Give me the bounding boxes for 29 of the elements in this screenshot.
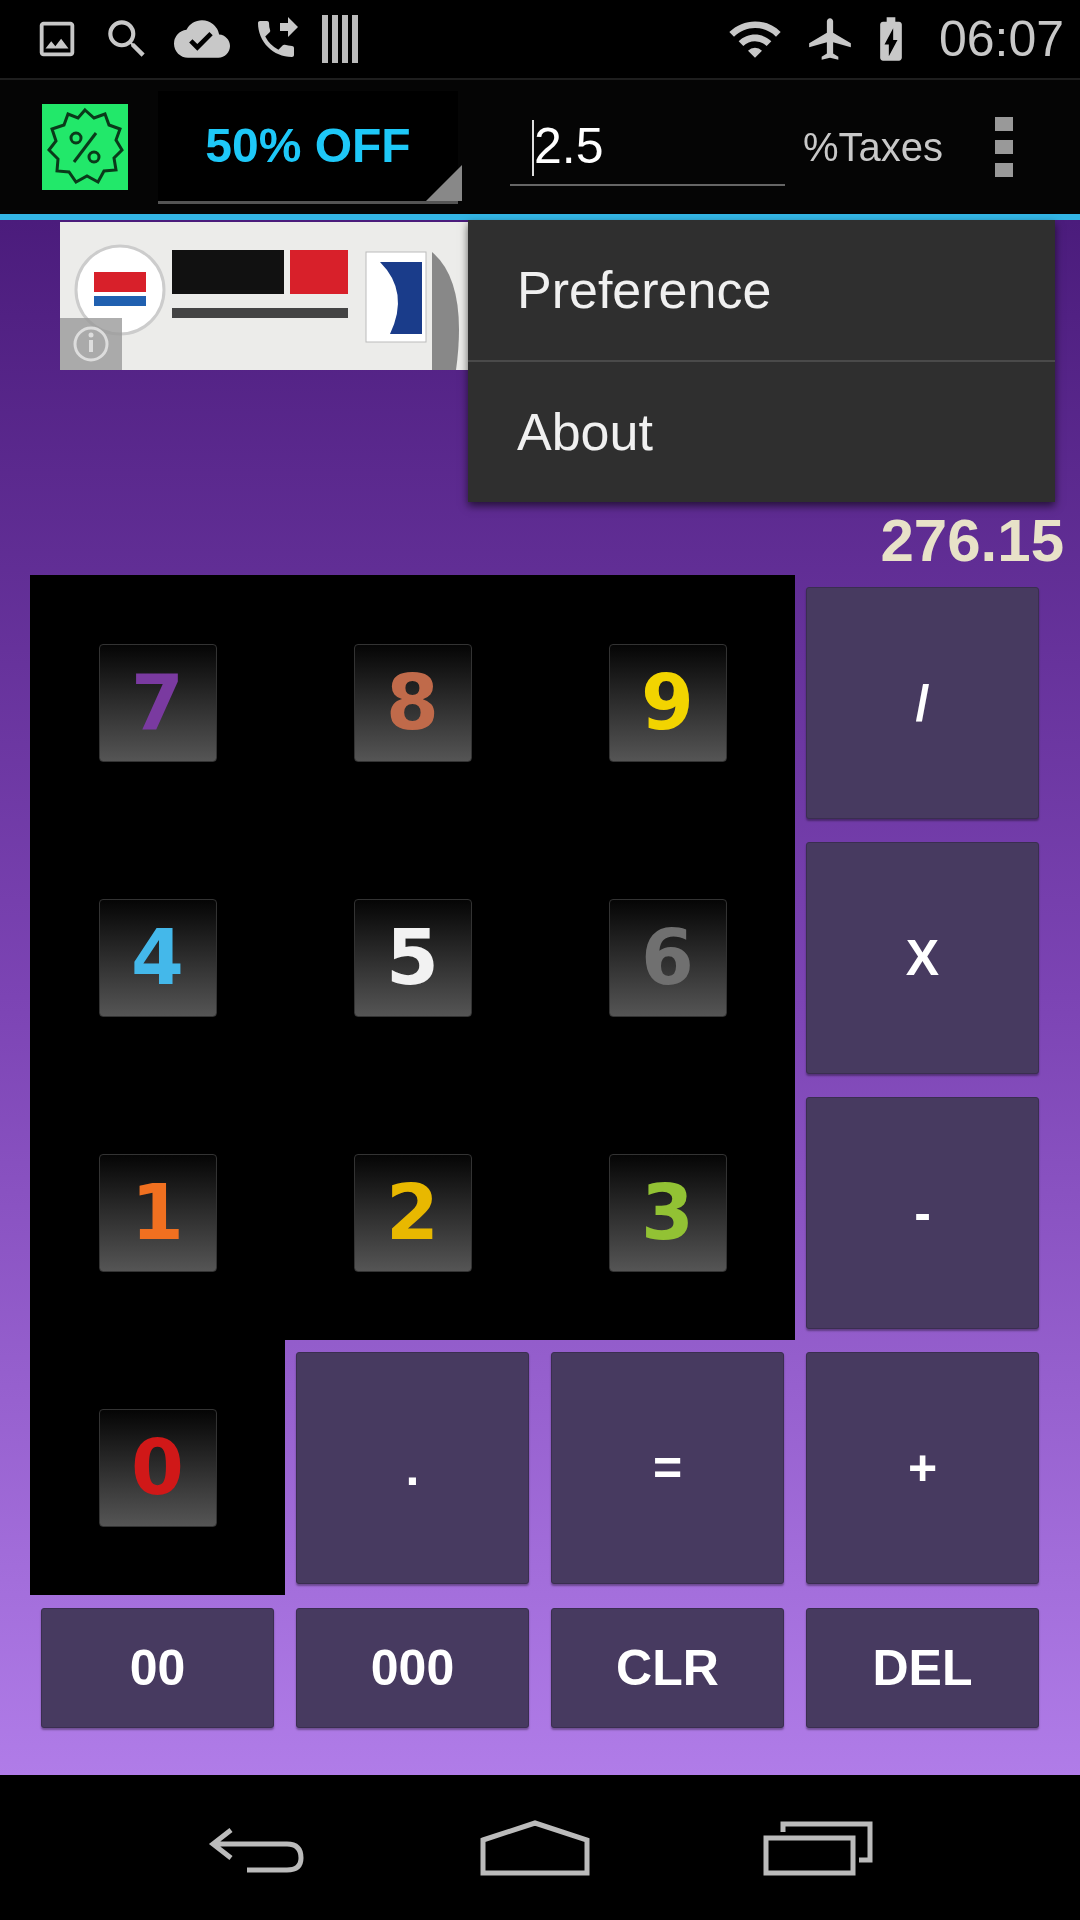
key-button[interactable]: . [296,1351,529,1584]
digit-key[interactable]: 3 [608,1153,727,1272]
more-menu-icon[interactable] [995,117,1014,177]
home-icon[interactable] [480,1819,590,1876]
clock-time: 06:07 [938,10,1064,68]
key-button[interactable]: + [806,1351,1039,1584]
recents-icon[interactable] [763,1819,874,1876]
digit-key[interactable]: 9 [608,643,727,762]
key-button[interactable]: X [806,841,1039,1074]
tax-label: %Taxes [803,124,944,170]
key-button[interactable]: CLR [551,1607,784,1728]
bars-icon [322,15,358,63]
digit-key[interactable]: 4 [98,898,217,1017]
percent-badge-icon [42,104,128,190]
key-button[interactable]: 000 [296,1607,529,1728]
digit-key[interactable]: 1 [98,1153,217,1272]
key-button[interactable]: - [806,1096,1039,1329]
key-button[interactable]: = [551,1351,784,1584]
key-button[interactable]: / [806,586,1039,819]
key-button[interactable]: DEL [806,1607,1039,1728]
menu-item[interactable]: Preference [468,220,1055,360]
dropdown-corner-icon [426,164,462,201]
digit-key[interactable]: 2 [353,1153,472,1272]
digit-key[interactable]: 5 [353,898,472,1017]
result-value: 276.15 [880,511,1064,571]
info-icon [60,318,122,370]
key-button[interactable]: 00 [41,1607,274,1728]
digit-key[interactable]: 8 [353,643,472,762]
menu-item[interactable]: About [468,360,1055,502]
